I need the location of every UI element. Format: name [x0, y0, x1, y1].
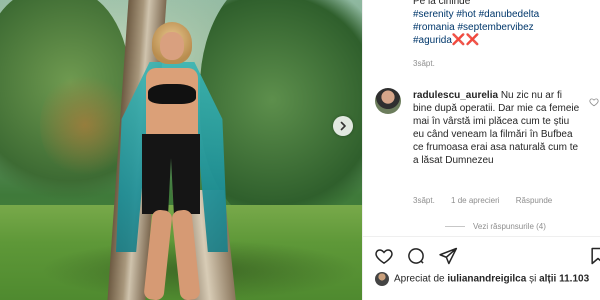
- person-shorts: [142, 134, 200, 214]
- comment-meta: 3săpt. 1 de aprecieri Răspunde: [413, 196, 566, 205]
- post-photo[interactable]: [0, 0, 362, 300]
- view-replies-link[interactable]: Vezi răspunsurile (4): [445, 222, 546, 231]
- small-heart-icon: [589, 98, 599, 107]
- next-photo-button[interactable]: [333, 116, 353, 136]
- caption-line-1: Pe la cininde: [413, 0, 471, 7]
- like-button[interactable]: [373, 245, 395, 267]
- hashtag-link[interactable]: #romania: [413, 22, 455, 33]
- bookmark-icon: [591, 247, 600, 265]
- heart-icon: [375, 249, 393, 264]
- comment-timestamp: 3săpt.: [413, 196, 435, 205]
- person-leg-left: [143, 209, 173, 300]
- avatar[interactable]: [375, 88, 401, 114]
- caption-timestamp: 3săpt.: [413, 59, 435, 68]
- person-leg-right: [171, 209, 201, 300]
- cross-mark-emoji: ❌❌: [451, 34, 480, 46]
- likes-summary: Apreciat de iulianandreigilca și alții 1…: [375, 272, 600, 286]
- comment-icon: [408, 248, 424, 264]
- likes-others-link[interactable]: alții 11.103: [539, 274, 589, 285]
- comment-likes-count[interactable]: 1 de aprecieri: [451, 196, 499, 205]
- comment-like-button[interactable]: [589, 94, 599, 112]
- liker-username[interactable]: iulianandreigilca: [447, 274, 526, 285]
- save-button[interactable]: [587, 245, 600, 267]
- post-caption: Pe la cininde #serenity #hot #danubedelt…: [413, 0, 593, 47]
- likes-joiner: și: [529, 273, 537, 285]
- hashtag-link[interactable]: #hot: [456, 9, 475, 20]
- comment-reply-button[interactable]: Răspunde: [516, 196, 552, 205]
- photo-person: [108, 22, 228, 300]
- comment-text: Nu zic nu ar fi bine după operatii. Dar …: [413, 90, 580, 166]
- avatar[interactable]: [375, 272, 389, 286]
- comment-body: radulescu_aurelia Nu zic nu ar fi bine d…: [413, 89, 583, 167]
- hashtag-link[interactable]: #serenity: [413, 9, 454, 20]
- hashtag-link[interactable]: #danubedelta: [479, 9, 540, 20]
- caption-line-3: #romania #septembervibez: [413, 21, 593, 34]
- person-face: [160, 32, 184, 60]
- post-action-bar: [363, 236, 600, 267]
- comment-username[interactable]: radulescu_aurelia: [413, 90, 498, 101]
- chevron-right-icon: [340, 121, 346, 131]
- caption-line-2: #serenity #hot #danubedelta: [413, 8, 593, 21]
- hashtag-link[interactable]: #agurida: [413, 35, 452, 46]
- post-side-panel: Pe la cininde #serenity #hot #danubedelt…: [362, 0, 600, 300]
- person-top: [148, 84, 196, 104]
- caption-line-4: #agurida❌❌: [413, 34, 593, 47]
- paper-plane-icon: [439, 247, 458, 265]
- comment-button[interactable]: [405, 245, 427, 267]
- likes-prefix: Apreciat de: [394, 273, 445, 285]
- view-replies-label: Vezi răspunsurile (4): [473, 222, 546, 231]
- share-button[interactable]: [437, 245, 459, 267]
- hashtag-link[interactable]: #septembervibez: [457, 22, 533, 33]
- replies-divider: [445, 226, 465, 228]
